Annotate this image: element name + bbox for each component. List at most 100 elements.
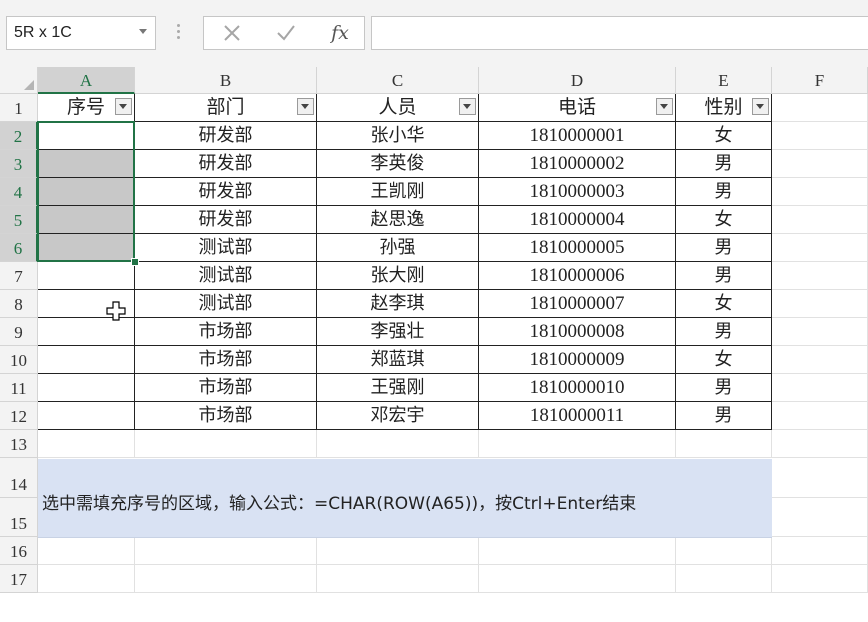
row-header-5[interactable]: 5	[0, 206, 38, 234]
table-cell[interactable]: 男	[676, 234, 772, 262]
cell[interactable]	[772, 318, 868, 346]
cell[interactable]	[772, 94, 868, 122]
table-header-cell[interactable]: 序号	[38, 94, 135, 122]
cell[interactable]	[772, 402, 868, 430]
row-header-13[interactable]: 13	[0, 430, 38, 458]
cell[interactable]	[676, 565, 772, 593]
table-header-cell[interactable]: 性别	[676, 94, 772, 122]
table-cell[interactable]: 男	[676, 318, 772, 346]
table-cell[interactable]: 女	[676, 346, 772, 374]
row-header-9[interactable]: 9	[0, 318, 38, 346]
cell[interactable]	[772, 498, 868, 537]
table-cell[interactable]	[38, 206, 135, 234]
table-cell[interactable]	[38, 234, 135, 262]
table-cell[interactable]: 研发部	[135, 178, 317, 206]
table-cell[interactable]: 市场部	[135, 374, 317, 402]
row-header-6[interactable]: 6	[0, 234, 38, 262]
table-cell[interactable]: 1810000006	[479, 262, 676, 290]
cell[interactable]	[38, 537, 135, 565]
insert-function-button[interactable]: fx	[320, 20, 360, 46]
table-cell[interactable]: 王强刚	[317, 374, 479, 402]
table-cell[interactable]	[38, 262, 135, 290]
table-header-cell[interactable]: 部门	[135, 94, 317, 122]
row-header-11[interactable]: 11	[0, 374, 38, 402]
table-cell[interactable]: 王凯刚	[317, 178, 479, 206]
cancel-icon[interactable]	[212, 20, 252, 46]
table-cell[interactable]: 女	[676, 290, 772, 318]
cell[interactable]	[676, 430, 772, 458]
column-header-a[interactable]: A	[38, 67, 135, 94]
chevron-down-icon[interactable]	[139, 29, 147, 34]
cell[interactable]	[772, 262, 868, 290]
table-cell[interactable]	[38, 150, 135, 178]
column-header-c[interactable]: C	[317, 67, 479, 94]
row-header-4[interactable]: 4	[0, 178, 38, 206]
table-cell[interactable]: 张大刚	[317, 262, 479, 290]
table-cell[interactable]: 1810000005	[479, 234, 676, 262]
table-cell[interactable]	[38, 178, 135, 206]
cell[interactable]	[772, 430, 868, 458]
row-header-14[interactable]: 14	[0, 458, 38, 498]
cell[interactable]	[772, 565, 868, 593]
cell[interactable]	[317, 430, 479, 458]
table-cell[interactable]: 赵李琪	[317, 290, 479, 318]
row-header-15[interactable]: 15	[0, 498, 38, 537]
table-cell[interactable]: 男	[676, 262, 772, 290]
table-header-cell[interactable]: 电话	[479, 94, 676, 122]
row-header-1[interactable]: 1	[0, 94, 38, 122]
cell[interactable]	[772, 206, 868, 234]
cell[interactable]	[772, 290, 868, 318]
filter-dropdown-icon[interactable]	[297, 98, 314, 115]
fill-handle[interactable]	[131, 258, 139, 266]
cell[interactable]	[479, 565, 676, 593]
row-header-7[interactable]: 7	[0, 262, 38, 290]
table-cell[interactable]: 研发部	[135, 206, 317, 234]
table-cell[interactable]: 1810000003	[479, 178, 676, 206]
table-cell[interactable]: 市场部	[135, 402, 317, 430]
cell[interactable]	[772, 374, 868, 402]
table-cell[interactable]: 1810000011	[479, 402, 676, 430]
table-cell[interactable]: 1810000009	[479, 346, 676, 374]
table-cell[interactable]	[38, 402, 135, 430]
table-cell[interactable]: 市场部	[135, 318, 317, 346]
table-cell[interactable]: 女	[676, 206, 772, 234]
drag-handle-icon[interactable]	[177, 24, 181, 42]
table-cell[interactable]: 张小华	[317, 122, 479, 150]
table-cell[interactable]: 1810000001	[479, 122, 676, 150]
cell[interactable]	[135, 537, 317, 565]
table-cell[interactable]: 赵思逸	[317, 206, 479, 234]
cell[interactable]	[135, 565, 317, 593]
table-cell[interactable]: 男	[676, 178, 772, 206]
check-icon[interactable]	[266, 20, 306, 46]
row-header-12[interactable]: 12	[0, 402, 38, 430]
table-cell[interactable]: 1810000008	[479, 318, 676, 346]
row-header-2[interactable]: 2	[0, 122, 38, 150]
table-cell[interactable]: 李强壮	[317, 318, 479, 346]
table-cell[interactable]	[38, 374, 135, 402]
table-cell[interactable]: 孙强	[317, 234, 479, 262]
cell[interactable]	[317, 537, 479, 565]
table-cell[interactable]: 研发部	[135, 150, 317, 178]
table-cell[interactable]: 测试部	[135, 290, 317, 318]
cell[interactable]	[772, 150, 868, 178]
row-header-17[interactable]: 17	[0, 565, 38, 593]
cell[interactable]	[772, 234, 868, 262]
table-header-cell[interactable]: 人员	[317, 94, 479, 122]
row-header-8[interactable]: 8	[0, 290, 38, 318]
table-cell[interactable]: 市场部	[135, 346, 317, 374]
cell[interactable]	[479, 537, 676, 565]
filter-dropdown-icon[interactable]	[115, 98, 132, 115]
name-box[interactable]: 5R x 1C	[6, 16, 156, 50]
table-cell[interactable]: 男	[676, 402, 772, 430]
table-cell[interactable]: 测试部	[135, 234, 317, 262]
column-header-e[interactable]: E	[676, 67, 772, 94]
row-header-16[interactable]: 16	[0, 537, 38, 565]
filter-dropdown-icon[interactable]	[656, 98, 673, 115]
table-cell[interactable]: 1810000004	[479, 206, 676, 234]
table-cell[interactable]: 邓宏宇	[317, 402, 479, 430]
formula-input[interactable]	[371, 16, 868, 50]
cell[interactable]	[135, 430, 317, 458]
cell[interactable]	[38, 430, 135, 458]
table-cell[interactable]: 李英俊	[317, 150, 479, 178]
table-cell[interactable]: 郑蓝琪	[317, 346, 479, 374]
